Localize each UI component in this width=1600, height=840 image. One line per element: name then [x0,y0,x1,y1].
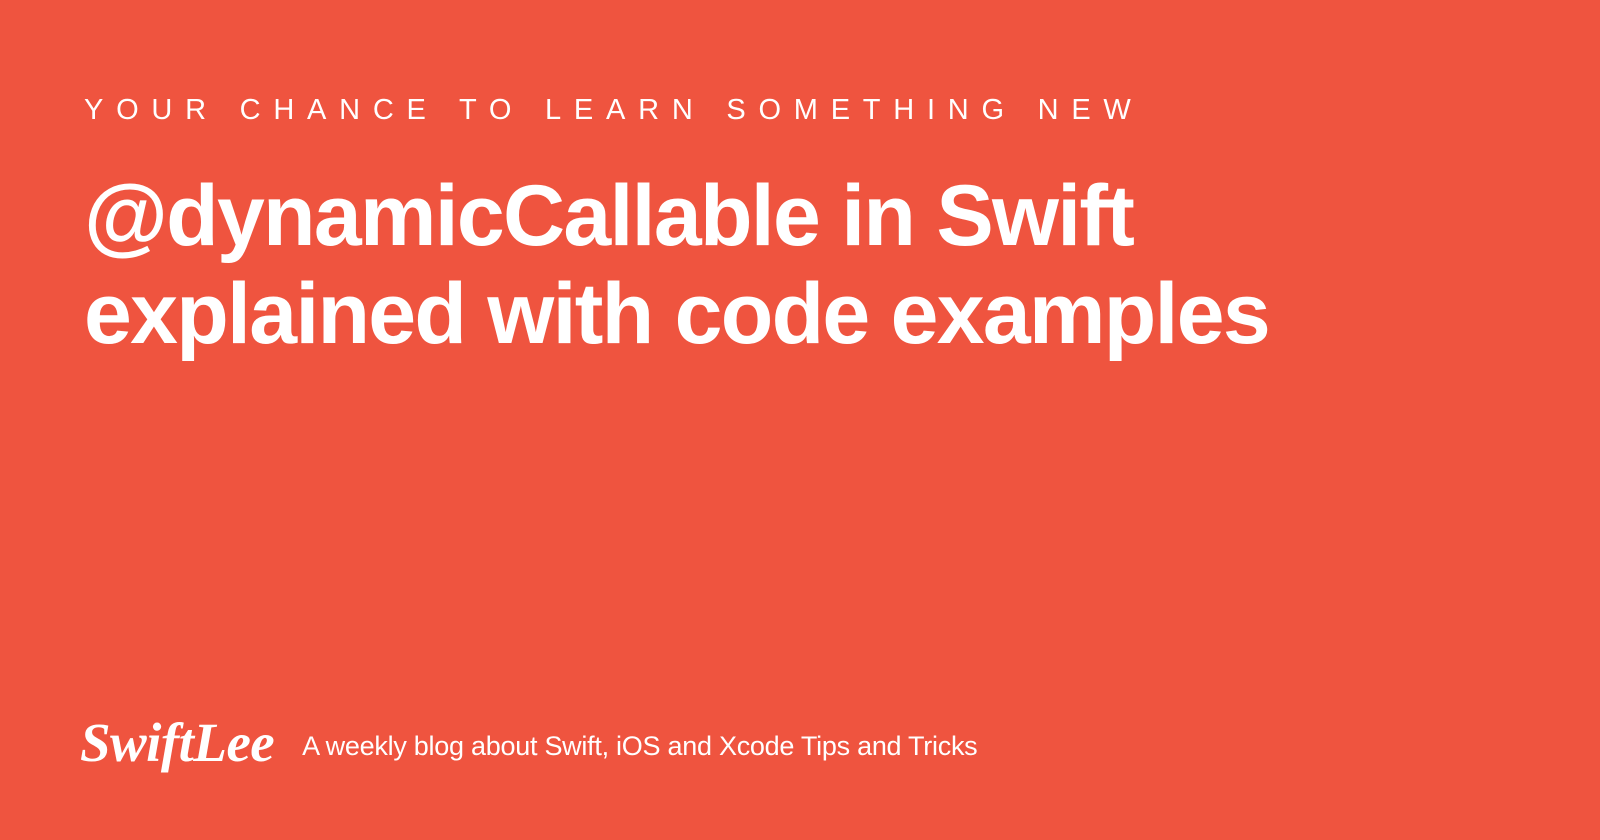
footer-section: SwiftLee A weekly blog about Swift, iOS … [80,715,977,778]
page-title: @dynamicCallable in Swift explained with… [84,167,1484,363]
brand-logo: SwiftLee [80,711,274,774]
eyebrow-text: YOUR CHANCE TO LEARN SOMETHING NEW [84,94,1516,127]
brand-tagline: A weekly blog about Swift, iOS and Xcode… [302,731,977,762]
main-container: YOUR CHANCE TO LEARN SOMETHING NEW @dyna… [0,0,1600,840]
